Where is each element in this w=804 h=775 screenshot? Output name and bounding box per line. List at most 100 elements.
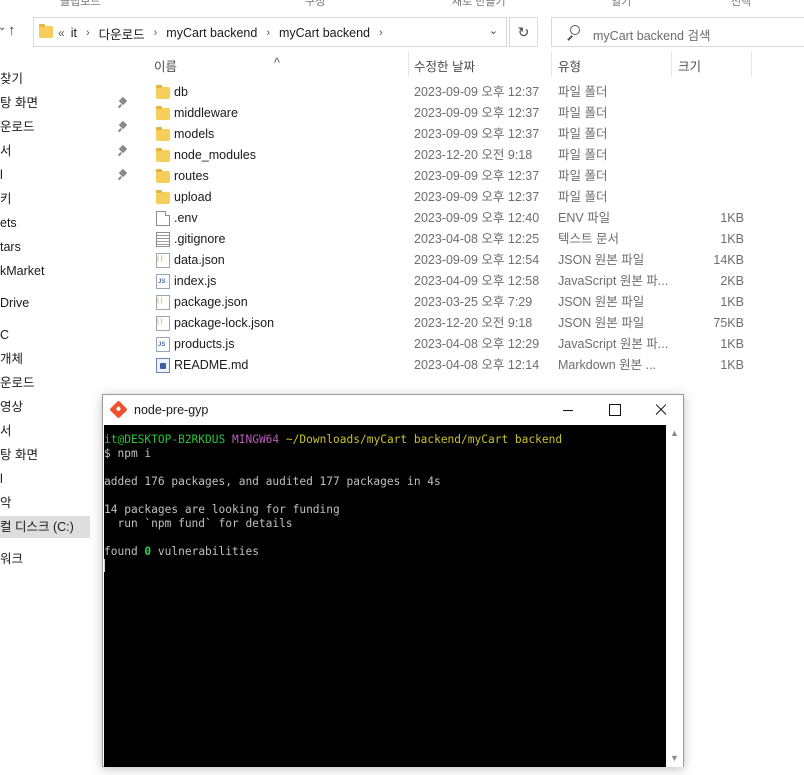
terminal-title: node-pre-gyp [134,403,209,417]
terminal-window: node-pre-gyp it@DESKTOP-B2RKDUS MINGW64 … [102,394,684,767]
ribbon-label: 구성 [305,0,326,8]
column-header-row: ^ 이름 수정한 날짜 유형 크기 [140,48,804,78]
breadcrumb-separator-icon[interactable]: › [266,27,270,39]
markdown-file-icon [156,358,170,373]
pin-icon [118,121,128,133]
nav-item[interactable]: 서 [0,140,134,162]
breadcrumb-separator-icon[interactable]: › [379,27,383,39]
address-bar[interactable]: « it › 다운로드 › myCart backend › myCart ba… [33,17,507,47]
ribbon-label: 열기 [611,0,632,8]
nav-item[interactable]: Drive [0,292,134,314]
nav-item[interactable]: ets [0,212,134,234]
scroll-down-icon[interactable]: ▼ [670,754,679,763]
column-header-date[interactable]: 수정한 날짜 [414,56,475,75]
breadcrumb-separator-icon[interactable]: › [154,27,158,39]
search-input[interactable]: myCart backend 검색 [551,17,804,47]
file-row[interactable]: routes 2023-09-09 오후 12:37 파일 폴더 [140,166,804,187]
ribbon-label: 새로 만들기 [452,0,506,8]
folder-icon [39,24,53,38]
file-row[interactable]: models 2023-09-09 오후 12:37 파일 폴더 [140,124,804,145]
terminal-output[interactable]: it@DESKTOP-B2RKDUS MINGW64 ~/Downloads/m… [104,425,666,767]
nav-item[interactable]: 개체 [0,348,134,370]
sort-caret-icon: ^ [274,56,280,70]
text-cursor [104,559,105,572]
address-bar-row: ⌄ ↑ « it › 다운로드 › myCart backend › myCar… [0,14,804,48]
json-file-icon [156,253,170,268]
file-row[interactable]: node_modules 2023-12-20 오전 9:18 파일 폴더 [140,145,804,166]
nav-item[interactable]: kMarket [0,260,134,282]
file-row[interactable]: middleware 2023-09-09 오후 12:37 파일 폴더 [140,103,804,124]
file-row[interactable]: .gitignore 2023-04-08 오후 12:25 텍스트 문서 1KB [140,229,804,250]
command-line: $ npm i [104,447,152,460]
ribbon-label: 선택 [731,0,752,8]
breadcrumb-item[interactable]: 다운로드 [99,24,145,43]
minimize-button[interactable] [545,395,591,425]
up-arrow-icon[interactable]: ↑ [8,22,24,40]
pin-icon [118,169,128,181]
column-header-type[interactable]: 유형 [558,56,581,75]
breadcrumb: « it › 다운로드 › myCart backend › myCart ba… [58,24,392,42]
file-row[interactable]: upload 2023-09-09 오후 12:37 파일 폴더 [140,187,804,208]
refresh-button[interactable]: ↻ [509,17,538,47]
close-button[interactable] [637,395,683,425]
breadcrumb-item[interactable]: it [71,26,77,40]
breadcrumb-item[interactable]: myCart backend [166,26,257,40]
ribbon-label: 클립보드 [60,0,101,8]
file-row[interactable]: index.js2023-04-09 오후 12:58JavaScript 원본… [140,271,804,292]
column-header-size[interactable]: 크기 [678,56,701,75]
file-row[interactable]: data.json2023-09-09 오후 12:54JSON 원본 파일14… [140,250,804,271]
js-file-icon [156,274,170,289]
nav-item[interactable]: 키 [0,188,134,210]
folder-icon [156,148,170,162]
file-icon [156,211,170,226]
scrollbar[interactable]: ▲ ▼ [666,425,683,767]
search-icon [566,25,580,41]
terminal-title-bar[interactable]: node-pre-gyp [103,395,683,425]
column-header-name[interactable]: 이름 [154,56,177,75]
output-line: run `npm fund` for details [104,517,293,530]
json-file-icon [156,316,170,331]
text-file-icon [156,232,170,247]
folder-icon [156,169,170,183]
nav-item[interactable]: 탕 화면 [0,92,134,114]
vulnerabilities-line: found 0 vulnerabilities [104,545,259,558]
folder-icon [156,127,170,141]
file-row[interactable]: products.js2023-04-08 오후 12:29JavaScript… [140,334,804,355]
column-divider[interactable] [751,52,752,76]
git-icon [109,400,128,419]
js-file-icon [156,337,170,352]
output-line: added 176 packages, and audited 177 pack… [104,475,441,488]
nav-item[interactable]: C [0,324,134,346]
search-placeholder: myCart backend 검색 [593,29,711,43]
nav-item[interactable]: l [0,164,134,186]
output-line: 14 packages are looking for funding [104,503,340,516]
breadcrumb-item[interactable]: myCart backend [279,26,370,40]
ribbon-strip: 클립보드 구성 새로 만들기 열기 선택 [0,0,804,8]
breadcrumb-separator-icon[interactable]: › [86,27,90,39]
nav-item[interactable]: 운로드 [0,116,134,138]
file-row[interactable]: package-lock.json2023-12-20 오전 9:18JSON … [140,313,804,334]
maximize-button[interactable] [591,395,637,425]
overflow-chevron-icon[interactable]: « [58,26,65,40]
json-file-icon [156,295,170,310]
nav-item-local-disk[interactable]: 컬 디스크 (C:) [0,516,90,538]
folder-icon [156,190,170,204]
folder-icon [156,85,170,99]
nav-item[interactable]: 찾기 [0,68,134,90]
column-divider[interactable] [671,52,672,76]
scroll-up-icon[interactable]: ▲ [670,429,679,438]
folder-icon [156,106,170,120]
column-divider[interactable] [408,52,409,76]
prompt-line: it@DESKTOP-B2RKDUS MINGW64 ~/Downloads/m… [104,433,563,446]
recent-locations-chevron-icon[interactable]: ⌄ [0,22,6,33]
pin-icon [118,97,128,109]
file-row[interactable]: package.json2023-03-25 오후 7:29JSON 원본 파일… [140,292,804,313]
address-dropdown-icon[interactable]: ⌄ [489,24,498,37]
file-row[interactable]: db 2023-09-09 오후 12:37 파일 폴더 [140,82,804,103]
file-row[interactable]: .env 2023-09-09 오후 12:40 ENV 파일 1KB [140,208,804,229]
column-divider[interactable] [551,52,552,76]
nav-item[interactable]: tars [0,236,134,258]
nav-item[interactable]: 운로드 [0,372,134,394]
pin-icon [118,145,128,157]
file-row[interactable]: README.md 2023-04-08 오후 12:14 Markdown 원본 … [140,355,804,376]
